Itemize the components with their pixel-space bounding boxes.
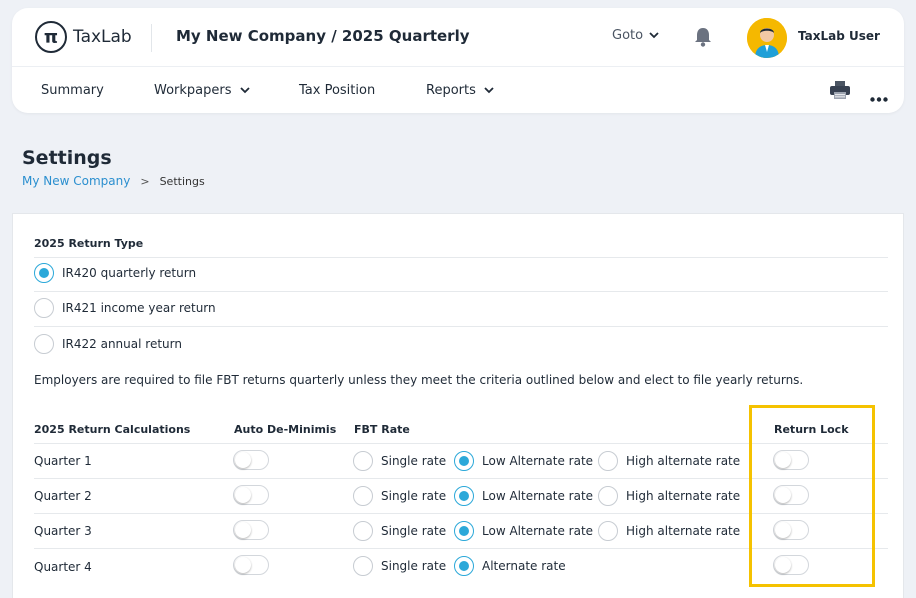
rate-option-label: Single rate (381, 454, 447, 468)
header-divider (151, 24, 152, 52)
nav-workpapers-label: Workpapers (154, 83, 232, 98)
rate-option-label: Low Alternate rate (482, 524, 594, 538)
rate-option-label: High alternate rate (626, 454, 741, 468)
radio-button[interactable] (454, 556, 474, 576)
nav-reports[interactable]: Reports (426, 83, 494, 98)
company-title: My New Company / 2025 Quarterly (176, 27, 470, 45)
rate-option-label: Alternate rate (482, 559, 566, 573)
calc-header-name: 2025 Return Calculations (34, 423, 191, 436)
rate-option-alternate[interactable]: Alternate rate (454, 556, 566, 576)
chevron-down-icon (484, 83, 494, 98)
radio-button[interactable] (353, 556, 373, 576)
breadcrumb-company-link[interactable]: My New Company (22, 174, 130, 188)
breadcrumb-current: Settings (159, 174, 205, 188)
user-name[interactable]: TaxLab User (798, 29, 880, 43)
rate-option-label: Single rate (381, 524, 447, 538)
rate-option-label: Low Alternate rate (482, 454, 594, 468)
radio-button[interactable] (598, 451, 618, 471)
auto-de-minimis-toggle[interactable] (233, 485, 269, 505)
rate-option-single[interactable]: Single rate (353, 451, 446, 471)
breadcrumb-separator: > (140, 174, 150, 188)
quarter-name: Quarter 2 (34, 489, 92, 503)
rate-option-label: High alternate rate (626, 524, 741, 538)
rate-option-label: High alternate rate (626, 489, 741, 503)
rate-option-low-alternate[interactable]: Low Alternate rate (454, 451, 593, 471)
return-type-label: IR420 quarterly return (62, 265, 197, 280)
radio-button[interactable] (598, 521, 618, 541)
nav-tax-position[interactable]: Tax Position (299, 83, 375, 98)
return-type-label: IR422 annual return (62, 336, 182, 351)
rate-option-low-alternate[interactable]: Low Alternate rate (454, 486, 593, 506)
return-type-title: 2025 Return Type (34, 237, 144, 250)
rate-option-high-alternate[interactable]: High alternate rate (598, 451, 740, 471)
chevron-down-icon (649, 28, 659, 43)
rate-option-single[interactable]: Single rate (353, 556, 446, 576)
rate-option-single[interactable]: Single rate (353, 521, 446, 541)
taxlab-logo[interactable]: π TaxLab (35, 21, 132, 53)
quarter-name: Quarter 3 (34, 524, 92, 538)
rate-option-label: Single rate (381, 489, 447, 503)
breadcrumb: My New Company > Settings (22, 174, 205, 188)
rate-option-high-alternate[interactable]: High alternate rate (598, 486, 740, 506)
rate-option-label: Single rate (381, 559, 447, 573)
pi-logo-icon: π (35, 21, 67, 53)
radio-button[interactable] (598, 486, 618, 506)
radio-button[interactable] (353, 486, 373, 506)
nav-workpapers[interactable]: Workpapers (154, 83, 250, 98)
auto-de-minimis-toggle[interactable] (233, 520, 269, 540)
radio-button[interactable] (454, 486, 474, 506)
page-title: Settings (22, 147, 112, 169)
quarter-name: Quarter 4 (34, 560, 92, 574)
nav-tax-position-label: Tax Position (299, 83, 376, 98)
avatar[interactable] (747, 18, 787, 58)
bell-icon[interactable] (693, 26, 713, 52)
auto-de-minimis-toggle[interactable] (233, 450, 269, 470)
return-type-option-ir420[interactable]: IR420 quarterly return (34, 255, 888, 290)
goto-dropdown[interactable]: Goto (612, 28, 659, 43)
rate-option-high-alternate[interactable]: High alternate rate (598, 521, 740, 541)
radio-button[interactable] (353, 521, 373, 541)
radio-button[interactable] (34, 297, 54, 318)
auto-de-minimis-toggle[interactable] (233, 555, 269, 575)
top-header: π TaxLab My New Company / 2025 Quarterly… (12, 8, 904, 113)
radio-button[interactable] (34, 333, 54, 354)
calc-header-auto: Auto De-Minimis (234, 423, 337, 436)
printer-icon[interactable] (830, 81, 850, 103)
main-nav: Summary Workpapers Tax Position Reports (12, 67, 904, 113)
calc-header-rate: FBT Rate (354, 423, 410, 436)
return-type-option-ir421[interactable]: IR421 income year return (34, 290, 888, 325)
nav-reports-label: Reports (426, 83, 476, 98)
fbt-note: Employers are required to file FBT retur… (34, 373, 804, 387)
logo-text: TaxLab (73, 27, 132, 47)
goto-label: Goto (612, 28, 644, 43)
more-icon[interactable] (870, 87, 888, 106)
rate-option-label: Low Alternate rate (482, 489, 594, 503)
nav-summary-label: Summary (41, 83, 104, 98)
return-lock-highlight (749, 405, 875, 587)
quarter-name: Quarter 1 (34, 454, 92, 468)
nav-summary[interactable]: Summary (41, 83, 104, 98)
rate-option-single[interactable]: Single rate (353, 486, 446, 506)
return-type-label: IR421 income year return (62, 300, 216, 315)
radio-button[interactable] (34, 262, 54, 283)
radio-button[interactable] (454, 451, 474, 471)
radio-button[interactable] (353, 451, 373, 471)
header-top-row: π TaxLab My New Company / 2025 Quarterly… (12, 8, 904, 67)
rate-option-low-alternate[interactable]: Low Alternate rate (454, 521, 593, 541)
chevron-down-icon (239, 83, 250, 98)
radio-button[interactable] (454, 521, 474, 541)
return-type-option-ir422[interactable]: IR422 annual return (34, 326, 888, 361)
